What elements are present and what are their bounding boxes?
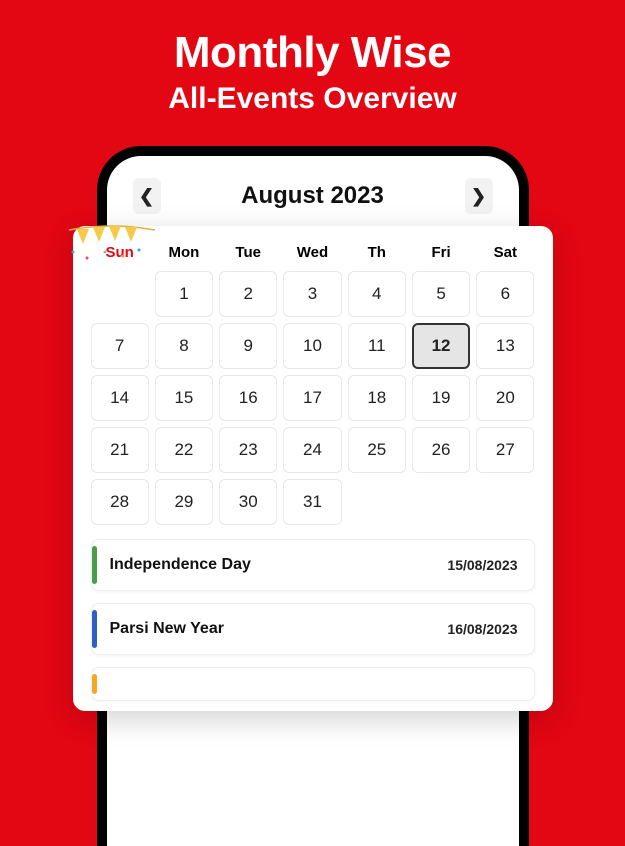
day-cell[interactable]: 28 bbox=[91, 479, 149, 525]
day-header-sun: Sun bbox=[91, 244, 149, 261]
day-cell[interactable]: 18 bbox=[348, 375, 406, 421]
day-cell[interactable]: 20 bbox=[476, 375, 534, 421]
day-cell[interactable]: 30 bbox=[219, 479, 277, 525]
event-card[interactable]: Parsi New Year 16/08/2023 bbox=[91, 603, 535, 655]
day-cell[interactable]: 15 bbox=[155, 375, 213, 421]
day-header-fri: Fri bbox=[412, 244, 470, 261]
chevron-right-icon: ❯ bbox=[471, 186, 486, 207]
day-cell[interactable]: 22 bbox=[155, 427, 213, 473]
day-cell[interactable]: 29 bbox=[155, 479, 213, 525]
day-cell[interactable]: 3 bbox=[283, 271, 341, 317]
day-cell[interactable]: 4 bbox=[348, 271, 406, 317]
day-header-sat: Sat bbox=[476, 244, 534, 261]
day-cell[interactable]: 27 bbox=[476, 427, 534, 473]
chevron-left-icon: ❮ bbox=[139, 186, 154, 207]
events-list: Independence Day 15/08/2023 Parsi New Year… bbox=[91, 539, 535, 701]
event-date: 15/08/2023 bbox=[447, 557, 517, 573]
day-cell[interactable]: 21 bbox=[91, 427, 149, 473]
day-cell[interactable]: 8 bbox=[155, 323, 213, 369]
day-cell[interactable]: 25 bbox=[348, 427, 406, 473]
day-cell[interactable]: 14 bbox=[91, 375, 149, 421]
day-headers-row: Sun Mon Tue Wed Th Fri Sat bbox=[91, 244, 535, 261]
day-cell[interactable]: 17 bbox=[283, 375, 341, 421]
day-cell[interactable]: 7 bbox=[91, 323, 149, 369]
event-name: Parsi New Year bbox=[110, 620, 224, 638]
day-cell[interactable]: 6 bbox=[476, 271, 534, 317]
day-cell[interactable]: 16 bbox=[219, 375, 277, 421]
prev-month-button[interactable]: ❮ bbox=[133, 178, 161, 214]
page-subtitle: All-Events Overview bbox=[0, 82, 625, 116]
day-header-th: Th bbox=[348, 244, 406, 261]
day-grid: 1234567891011121314151617181920212223242… bbox=[91, 271, 535, 525]
day-cell[interactable]: 12 bbox=[412, 323, 470, 369]
month-title: August 2023 bbox=[241, 182, 384, 210]
day-cell[interactable]: 1 bbox=[155, 271, 213, 317]
day-header-wed: Wed bbox=[283, 244, 341, 261]
day-cell-empty bbox=[91, 271, 149, 317]
day-cell[interactable]: 10 bbox=[283, 323, 341, 369]
day-cell[interactable]: 9 bbox=[219, 323, 277, 369]
day-cell[interactable]: 5 bbox=[412, 271, 470, 317]
day-cell[interactable]: 13 bbox=[476, 323, 534, 369]
event-card[interactable] bbox=[91, 667, 535, 701]
day-cell[interactable]: 19 bbox=[412, 375, 470, 421]
calendar-card: SunMonTueWedThFriSat 1234567891011121314… bbox=[73, 226, 553, 711]
day-header-tue: Tue bbox=[219, 244, 277, 261]
page-title: Monthly Wise bbox=[0, 28, 625, 78]
event-date: 16/08/2023 bbox=[447, 621, 517, 637]
day-cell[interactable]: 23 bbox=[219, 427, 277, 473]
day-cell[interactable]: 26 bbox=[412, 427, 470, 473]
day-cell[interactable]: 31 bbox=[283, 479, 341, 525]
event-card[interactable]: Independence Day 15/08/2023 bbox=[91, 539, 535, 591]
next-month-button[interactable]: ❯ bbox=[465, 178, 493, 214]
day-cell[interactable]: 24 bbox=[283, 427, 341, 473]
event-name: Independence Day bbox=[110, 556, 251, 574]
day-cell[interactable]: 11 bbox=[348, 323, 406, 369]
day-header-mon: Mon bbox=[155, 244, 213, 261]
day-cell[interactable]: 2 bbox=[219, 271, 277, 317]
